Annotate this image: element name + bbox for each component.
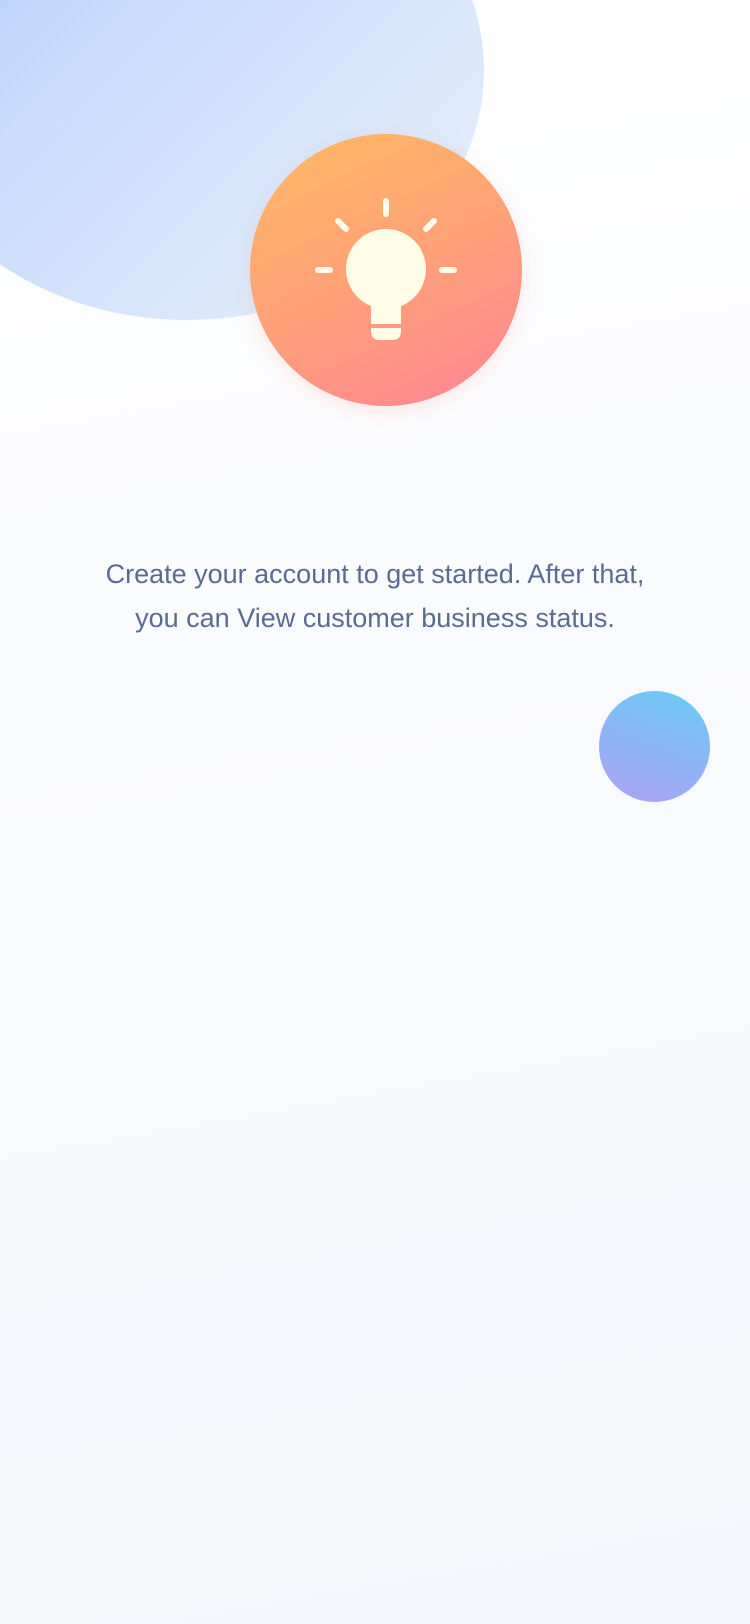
welcome-message-line-2: you can View customer business status.: [135, 603, 615, 633]
lightbulb-icon: [315, 198, 457, 340]
background-blob-small: [599, 691, 710, 802]
welcome-message: Create your account to get started. Afte…: [60, 552, 690, 640]
welcome-message-line-1: Create your account to get started. Afte…: [105, 559, 645, 589]
onboarding-screen: Create your account to get started. Afte…: [0, 0, 750, 1624]
hero-circle: [250, 134, 522, 406]
